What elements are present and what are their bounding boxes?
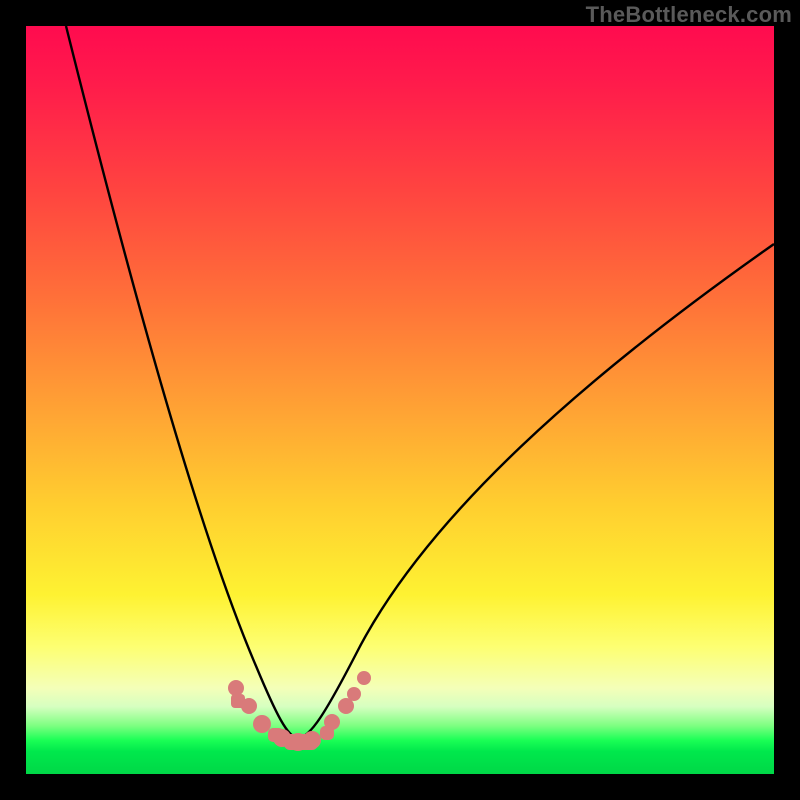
bottleneck-curve — [26, 26, 774, 774]
chart-frame: TheBottleneck.com — [0, 0, 800, 800]
trough-markers — [228, 671, 371, 751]
watermark-text: TheBottleneck.com — [586, 2, 792, 28]
plot-area — [26, 26, 774, 774]
v-curve-path — [66, 26, 774, 738]
